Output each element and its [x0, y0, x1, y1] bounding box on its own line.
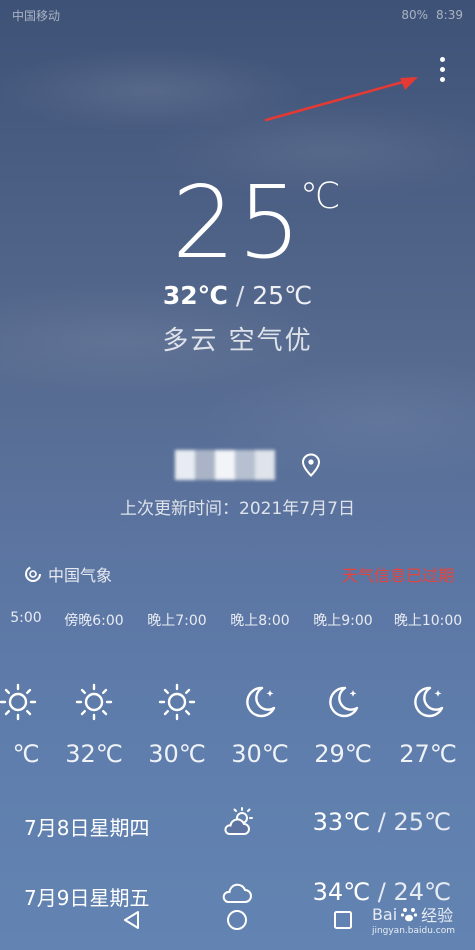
more-dot-icon	[439, 66, 445, 72]
partly-sunny-icon	[220, 806, 254, 843]
hour-label: 傍晚6:00	[64, 613, 124, 629]
sun-icon	[0, 682, 38, 726]
hourly-times: 5:00 傍晚6:00 晚上7:00 晚上8:00 晚上9:00 晚上10:00	[0, 610, 475, 630]
location-row[interactable]	[175, 450, 321, 480]
hour-temperature: 30℃	[148, 740, 206, 768]
recents-square-icon	[333, 911, 352, 929]
recents-button[interactable]	[332, 909, 354, 935]
battery-label: 80%	[401, 8, 429, 22]
sun-icon	[157, 682, 197, 726]
baidu-jingyan-watermark: Bai 经验 jingyan.baidu.com	[371, 902, 455, 937]
hour-label: 5:00	[10, 610, 42, 626]
sun-icon	[74, 682, 114, 726]
daily-forecast-row[interactable]: 7月8日星期四 33℃ / 25℃	[0, 806, 475, 846]
status-bar: 中国移动 80% 8:39	[0, 0, 475, 30]
hour-temperature: 29℃	[314, 740, 372, 768]
hour-label: 晚上8:00	[230, 613, 290, 629]
hour-label: 晚上10:00	[393, 613, 463, 629]
last-updated-text: 上次更新时间：2021年7月7日	[120, 499, 355, 519]
current-temperature: 25	[0, 168, 475, 278]
carrier-label: 中国移动	[12, 8, 61, 23]
day-high: 33℃	[312, 808, 371, 836]
low-temperature: 25℃	[252, 281, 313, 310]
hour-temperature: 30℃	[231, 740, 289, 768]
clock-label: 8:39	[436, 8, 463, 22]
moon-icon	[240, 682, 280, 726]
temperature-value: 25	[171, 164, 304, 281]
watermark-suffix: 经验	[421, 906, 454, 925]
temperature-range: 32℃ / 25℃	[0, 281, 475, 310]
back-triangle-icon	[124, 911, 140, 929]
more-dot-icon	[439, 56, 445, 62]
watermark-url: jingyan.baidu.com	[371, 926, 455, 936]
more-options-button[interactable]	[430, 52, 454, 86]
hour-temperature: 27℃	[399, 740, 457, 768]
source-name: 中国气象	[48, 566, 113, 585]
moon-icon	[408, 682, 448, 726]
china-weather-logo-icon	[25, 566, 41, 582]
day-temperatures: 33℃ / 25℃	[313, 808, 451, 836]
baidu-paw-icon	[401, 908, 418, 922]
day-low: 25℃	[393, 808, 452, 836]
location-pin-icon	[301, 453, 321, 477]
temperature-unit: ℃	[300, 176, 341, 217]
day-date: 7月8日星期四	[24, 816, 150, 840]
hour-temperature: 32℃	[65, 740, 123, 768]
home-circle-icon	[227, 910, 248, 930]
weather-source: 中国气象	[24, 562, 112, 586]
day-separator: /	[377, 808, 386, 836]
hourly-icons	[0, 682, 475, 726]
watermark-brand: Bai	[371, 904, 398, 924]
range-separator: /	[235, 281, 245, 310]
back-button[interactable]	[121, 909, 143, 935]
weather-condition: 多云 空气优	[162, 326, 313, 356]
moon-icon	[323, 682, 363, 726]
blurred-city-name	[175, 450, 275, 480]
hour-label: 晚上9:00	[313, 613, 373, 629]
source-row: 中国气象 天气信息已过期	[24, 562, 454, 586]
home-button[interactable]	[225, 908, 249, 936]
red-arrow-annotation	[264, 77, 418, 122]
hourly-temperatures: ℃ 32℃ 30℃ 30℃ 29℃ 27℃	[0, 740, 475, 774]
more-dot-icon	[439, 76, 445, 82]
hour-label: 晚上7:00	[147, 613, 207, 629]
hour-temperature: ℃	[12, 740, 40, 768]
high-temperature: 32℃	[162, 281, 228, 310]
expired-warning: 天气信息已过期	[341, 566, 454, 585]
